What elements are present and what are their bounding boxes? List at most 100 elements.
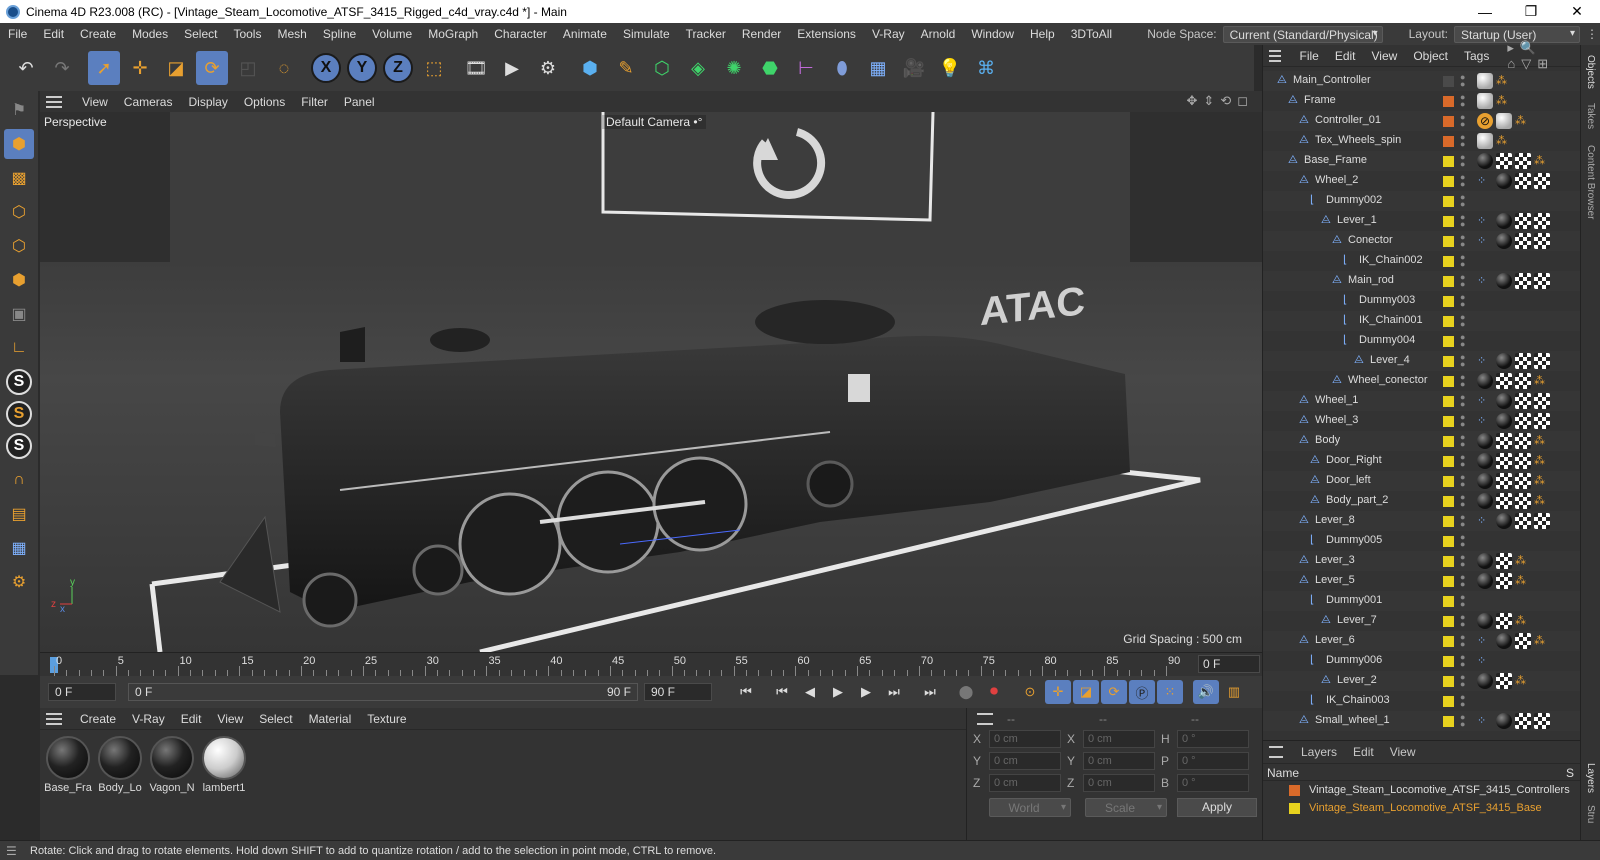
material-swatch[interactable]: Body_Lo	[96, 736, 144, 794]
ik-tag-icon[interactable]: ⁘	[1477, 633, 1493, 649]
visibility-dots-icon[interactable]: ● ●	[1460, 153, 1465, 169]
material-tag-icon[interactable]	[1477, 573, 1493, 589]
next-key-icon[interactable]: ⏭	[881, 680, 907, 704]
material-tag-icon[interactable]	[1477, 153, 1493, 169]
object-row[interactable]: ⌊ IK_Chain003 ● ●	[1263, 691, 1581, 711]
material-tag-icon[interactable]	[1496, 273, 1512, 289]
visibility-dots-icon[interactable]: ● ●	[1460, 313, 1465, 329]
layer-color-swatch[interactable]	[1443, 356, 1454, 367]
goto-end-icon[interactable]: ⏭	[917, 680, 943, 704]
display-tag-icon[interactable]	[1477, 93, 1493, 109]
object-row[interactable]: ⨺ Frame ● ● ⁂	[1263, 91, 1581, 111]
object-row[interactable]: ⌊ Dummy001 ● ●	[1263, 591, 1581, 611]
layer-color-swatch[interactable]	[1443, 156, 1454, 167]
menu-tools[interactable]: Tools	[225, 27, 269, 41]
visibility-dots-icon[interactable]: ● ●	[1460, 253, 1465, 269]
visibility-dots-icon[interactable]: ● ●	[1460, 613, 1465, 629]
size-z-field[interactable]: 0 cm	[1083, 774, 1155, 792]
visibility-dots-icon[interactable]: ● ●	[1460, 493, 1465, 509]
position-z-field[interactable]: 0 cm	[989, 774, 1061, 792]
object-row[interactable]: ⌊ Dummy005 ● ●	[1263, 531, 1581, 551]
layer-color-swatch[interactable]	[1443, 456, 1454, 467]
uv-mode-icon[interactable]: ▣	[4, 299, 34, 329]
menu-edit[interactable]: Edit	[35, 27, 72, 41]
subdivision-icon[interactable]: ⬡	[646, 51, 678, 85]
texture-tag-icon[interactable]	[1534, 273, 1550, 289]
pen-icon[interactable]: ✎	[610, 51, 642, 85]
move-icon[interactable]: ✛	[124, 51, 156, 85]
object-row[interactable]: ⨺ Lever_8 ● ● ⁘	[1263, 511, 1581, 531]
material-tag-icon[interactable]	[1477, 433, 1493, 449]
visibility-dots-icon[interactable]: ● ●	[1460, 333, 1465, 349]
snap-white-s-icon[interactable]: S	[6, 433, 32, 459]
timeline-sound-icon[interactable]: 🔊	[1193, 680, 1219, 704]
visibility-dots-icon[interactable]: ● ●	[1460, 113, 1465, 129]
material-tag-icon[interactable]	[1477, 673, 1493, 689]
viewport-menu-display[interactable]: Display	[180, 95, 235, 109]
object-row[interactable]: ⌊ IK_Chain002 ● ●	[1263, 251, 1581, 271]
material-swatch[interactable]: Base_Fra	[44, 736, 92, 794]
end-frame-field[interactable]: 90 F	[644, 683, 712, 701]
layer-color-swatch[interactable]	[1443, 436, 1454, 447]
visibility-dots-icon[interactable]: ● ●	[1460, 553, 1465, 569]
material-menu-edit[interactable]: Edit	[173, 712, 210, 726]
material-menu-select[interactable]: Select	[251, 712, 300, 726]
texture-tag-icon[interactable]	[1496, 673, 1512, 689]
vray-tag-icon[interactable]: ⁂	[1515, 673, 1531, 689]
display-tag-icon[interactable]	[1477, 133, 1493, 149]
menu-mesh[interactable]: Mesh	[269, 27, 314, 41]
scale-dropdown[interactable]: Scale	[1085, 798, 1167, 817]
visibility-dots-icon[interactable]: ● ●	[1460, 353, 1465, 369]
menu-tracker[interactable]: Tracker	[678, 27, 734, 41]
menu-create[interactable]: Create	[72, 27, 124, 41]
keyframe-selection-icon[interactable]: ⊙	[1017, 680, 1043, 704]
texture-tag-icon[interactable]	[1515, 173, 1531, 189]
viewport-menu-view[interactable]: View	[74, 95, 116, 109]
object-row[interactable]: ⨺ Lever_3 ● ● ⁂	[1263, 551, 1581, 571]
texture-tag-icon[interactable]	[1515, 513, 1531, 529]
material-menu-vray[interactable]: V-Ray	[124, 712, 173, 726]
material-tag-icon[interactable]	[1496, 633, 1512, 649]
position-x-field[interactable]: 0 cm	[989, 730, 1061, 748]
cube-icon[interactable]: ⬢	[574, 51, 606, 85]
display-tag-icon[interactable]	[1477, 73, 1493, 89]
record-keys-icon[interactable]: ⬤	[953, 680, 979, 704]
current-frame-field[interactable]: 0 F	[1198, 655, 1260, 673]
layers-hamburger-icon[interactable]	[1269, 746, 1283, 758]
layer-color-swatch[interactable]	[1443, 576, 1454, 587]
object-row[interactable]: ⌊ Dummy002 ● ●	[1263, 191, 1581, 211]
material-menu-create[interactable]: Create	[72, 712, 124, 726]
texture-tag-icon[interactable]	[1515, 493, 1531, 509]
layer-color-swatch[interactable]	[1289, 803, 1300, 814]
layer-color-swatch[interactable]	[1443, 396, 1454, 407]
frame-range-slider[interactable]: 0 F 90 F	[128, 683, 638, 701]
texture-tag-icon[interactable]	[1515, 433, 1531, 449]
menu-extensions[interactable]: Extensions	[789, 27, 864, 41]
layer-color-swatch[interactable]	[1443, 556, 1454, 567]
visibility-dots-icon[interactable]: ● ●	[1460, 513, 1465, 529]
cloner-icon[interactable]: ✺	[718, 51, 750, 85]
maximize-button[interactable]: ❐	[1508, 3, 1554, 20]
layer-color-swatch[interactable]	[1443, 636, 1454, 647]
object-row[interactable]: ⨺ Base_Frame ● ● ⁂	[1263, 151, 1581, 171]
menu-3dtoall[interactable]: 3DToAll	[1063, 27, 1120, 41]
visibility-dots-icon[interactable]: ● ●	[1460, 633, 1465, 649]
texture-tag-icon[interactable]	[1496, 373, 1512, 389]
next-frame-icon[interactable]: ▶	[853, 680, 879, 704]
layer-color-swatch[interactable]	[1443, 656, 1454, 667]
size-x-field[interactable]: 0 cm	[1083, 730, 1155, 748]
visibility-dots-icon[interactable]: ● ●	[1460, 373, 1465, 389]
vray-tag-icon[interactable]: ⁂	[1515, 113, 1531, 129]
object-row[interactable]: ⨺ Tex_Wheels_spin ● ● ⁂	[1263, 131, 1581, 151]
layer-color-swatch[interactable]	[1443, 236, 1454, 247]
texture-tag-icon[interactable]	[1515, 353, 1531, 369]
menu-help[interactable]: Help	[1022, 27, 1063, 41]
layers-menu-layers[interactable]: Layers	[1293, 745, 1345, 759]
layer-color-swatch[interactable]	[1443, 676, 1454, 687]
visibility-dots-icon[interactable]: ● ●	[1460, 213, 1465, 229]
menu-file[interactable]: File	[0, 27, 35, 41]
visibility-dots-icon[interactable]: ● ●	[1460, 293, 1465, 309]
menu-arnold[interactable]: Arnold	[913, 27, 964, 41]
object-row[interactable]: ⨺ Lever_6 ● ● ⁘ ⁂	[1263, 631, 1581, 651]
polygons-mode-icon[interactable]: ⬢	[4, 265, 34, 295]
